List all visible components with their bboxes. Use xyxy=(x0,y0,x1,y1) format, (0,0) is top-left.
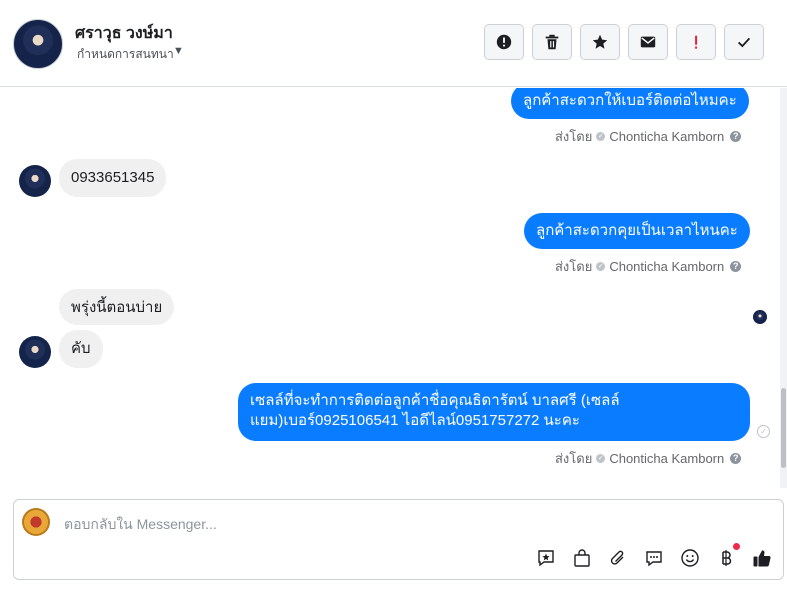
contact-avatar-small[interactable] xyxy=(19,336,51,368)
verified-check-icon: ✓ xyxy=(596,132,606,141)
sent-by-prefix: ส่งโดย xyxy=(555,129,593,144)
baht-payment-icon xyxy=(722,550,732,566)
contact-avatar[interactable] xyxy=(13,19,63,69)
thumbs-up-icon xyxy=(753,550,771,567)
saved-reply-button[interactable] xyxy=(535,547,557,569)
sent-by-agent[interactable]: Chonticha Kamborn xyxy=(609,129,724,144)
incoming-message[interactable]: 0933651345 xyxy=(59,159,167,197)
reply-composer xyxy=(13,499,784,580)
chevron-down-icon[interactable]: ▼ xyxy=(173,45,184,57)
saved-reply-icon xyxy=(538,550,554,567)
incoming-message[interactable]: พรุ่งนี้ตอนบ่าย xyxy=(59,289,175,325)
report-button[interactable] xyxy=(484,24,524,60)
envelope-icon xyxy=(640,36,656,48)
help-icon[interactable]: ? xyxy=(730,453,742,464)
shop-button[interactable] xyxy=(571,547,593,569)
exclamation-icon xyxy=(695,35,698,49)
conversation-label[interactable]: กำหนดการสนทนา xyxy=(77,45,174,64)
page-avatar xyxy=(22,508,50,536)
seen-avatar xyxy=(753,310,767,324)
star-icon xyxy=(592,34,608,49)
conversation-header: ศราวุธ วงษ์มา กำหนดการสนทนา ▼ xyxy=(0,0,787,87)
attach-button[interactable] xyxy=(607,547,629,569)
mark-done-button[interactable] xyxy=(724,24,764,60)
message-thread[interactable]: ลูกค้าสะดวกให้เบอร์ติดต่อไหมคะ ส่งโดย ✓ … xyxy=(0,88,780,488)
contact-avatar-small[interactable] xyxy=(19,165,51,197)
shopping-bag-icon xyxy=(574,549,590,567)
star-button[interactable] xyxy=(580,24,620,60)
trash-icon xyxy=(545,34,559,50)
delivered-icon: ✓ xyxy=(757,425,770,438)
sent-by-line: ส่งโดย ✓ Chonticha Kamborn ? xyxy=(555,256,742,277)
sent-by-agent[interactable]: Chonticha Kamborn xyxy=(609,451,724,466)
paperclip-icon xyxy=(610,550,624,565)
outgoing-message[interactable]: ลูกค้าสะดวกคุยเป็นเวลาไหนคะ xyxy=(524,213,750,249)
mark-unread-button[interactable] xyxy=(628,24,668,60)
verified-check-icon: ✓ xyxy=(596,454,606,463)
exclamation-circle-icon xyxy=(496,34,512,50)
checkmark-icon xyxy=(737,37,751,48)
like-button[interactable] xyxy=(751,547,773,569)
scrollbar[interactable] xyxy=(780,88,787,488)
notification-dot xyxy=(733,543,740,550)
chat-bubble-icon xyxy=(646,551,662,567)
outgoing-message[interactable]: ลูกค้าสะดวกให้เบอร์ติดต่อไหมคะ xyxy=(511,88,749,119)
help-icon[interactable]: ? xyxy=(730,261,742,272)
follow-up-button[interactable] xyxy=(676,24,716,60)
reply-input[interactable] xyxy=(62,512,666,536)
contact-name[interactable]: ศราวุธ วงษ์มา xyxy=(75,21,173,46)
verified-check-icon: ✓ xyxy=(596,262,606,271)
emoji-button[interactable] xyxy=(679,547,701,569)
emoji-icon xyxy=(681,549,699,567)
sent-by-line: ส่งโดย ✓ Chonticha Kamborn ? xyxy=(555,126,742,147)
sent-by-agent[interactable]: Chonticha Kamborn xyxy=(609,259,724,274)
chat-button[interactable] xyxy=(643,547,665,569)
delete-button[interactable] xyxy=(532,24,572,60)
sent-by-prefix: ส่งโดย xyxy=(555,259,593,274)
scrollbar-thumb[interactable] xyxy=(781,388,786,468)
sent-by-prefix: ส่งโดย xyxy=(555,451,593,466)
help-icon[interactable]: ? xyxy=(730,131,742,142)
incoming-message[interactable]: คับ xyxy=(59,330,103,368)
outgoing-message[interactable]: เซลล์ที่จะทำการติดต่อลูกค้าชื่อคุณธิดารั… xyxy=(238,383,750,441)
payment-button[interactable] xyxy=(715,547,737,569)
sent-by-line: ส่งโดย ✓ Chonticha Kamborn ? xyxy=(555,448,742,469)
